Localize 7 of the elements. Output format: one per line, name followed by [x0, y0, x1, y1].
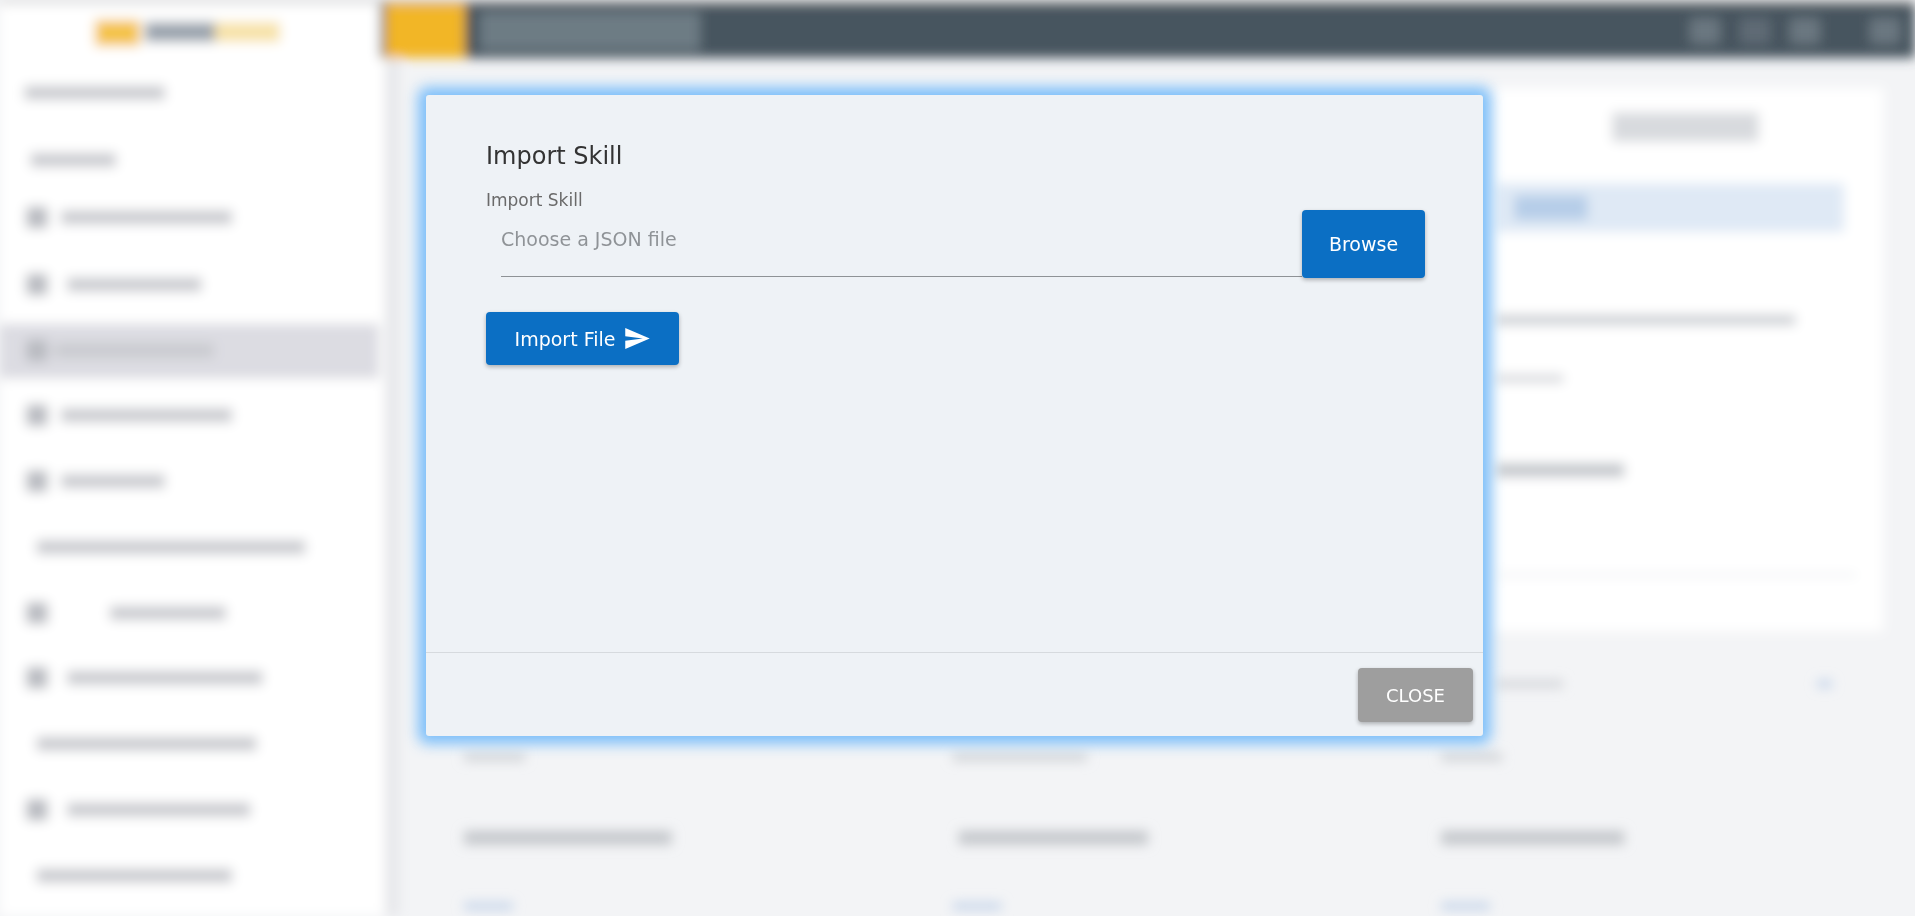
close-button[interactable]: CLOSE [1358, 668, 1473, 722]
dialog-title: Import Skill [486, 142, 623, 171]
send-icon [625, 328, 651, 349]
browse-button[interactable]: Browse [1302, 210, 1425, 278]
import-file-button[interactable]: Import File [486, 312, 679, 365]
file-path-field[interactable]: Choose a JSON file [501, 210, 1302, 277]
field-label: Import Skill [486, 191, 583, 210]
